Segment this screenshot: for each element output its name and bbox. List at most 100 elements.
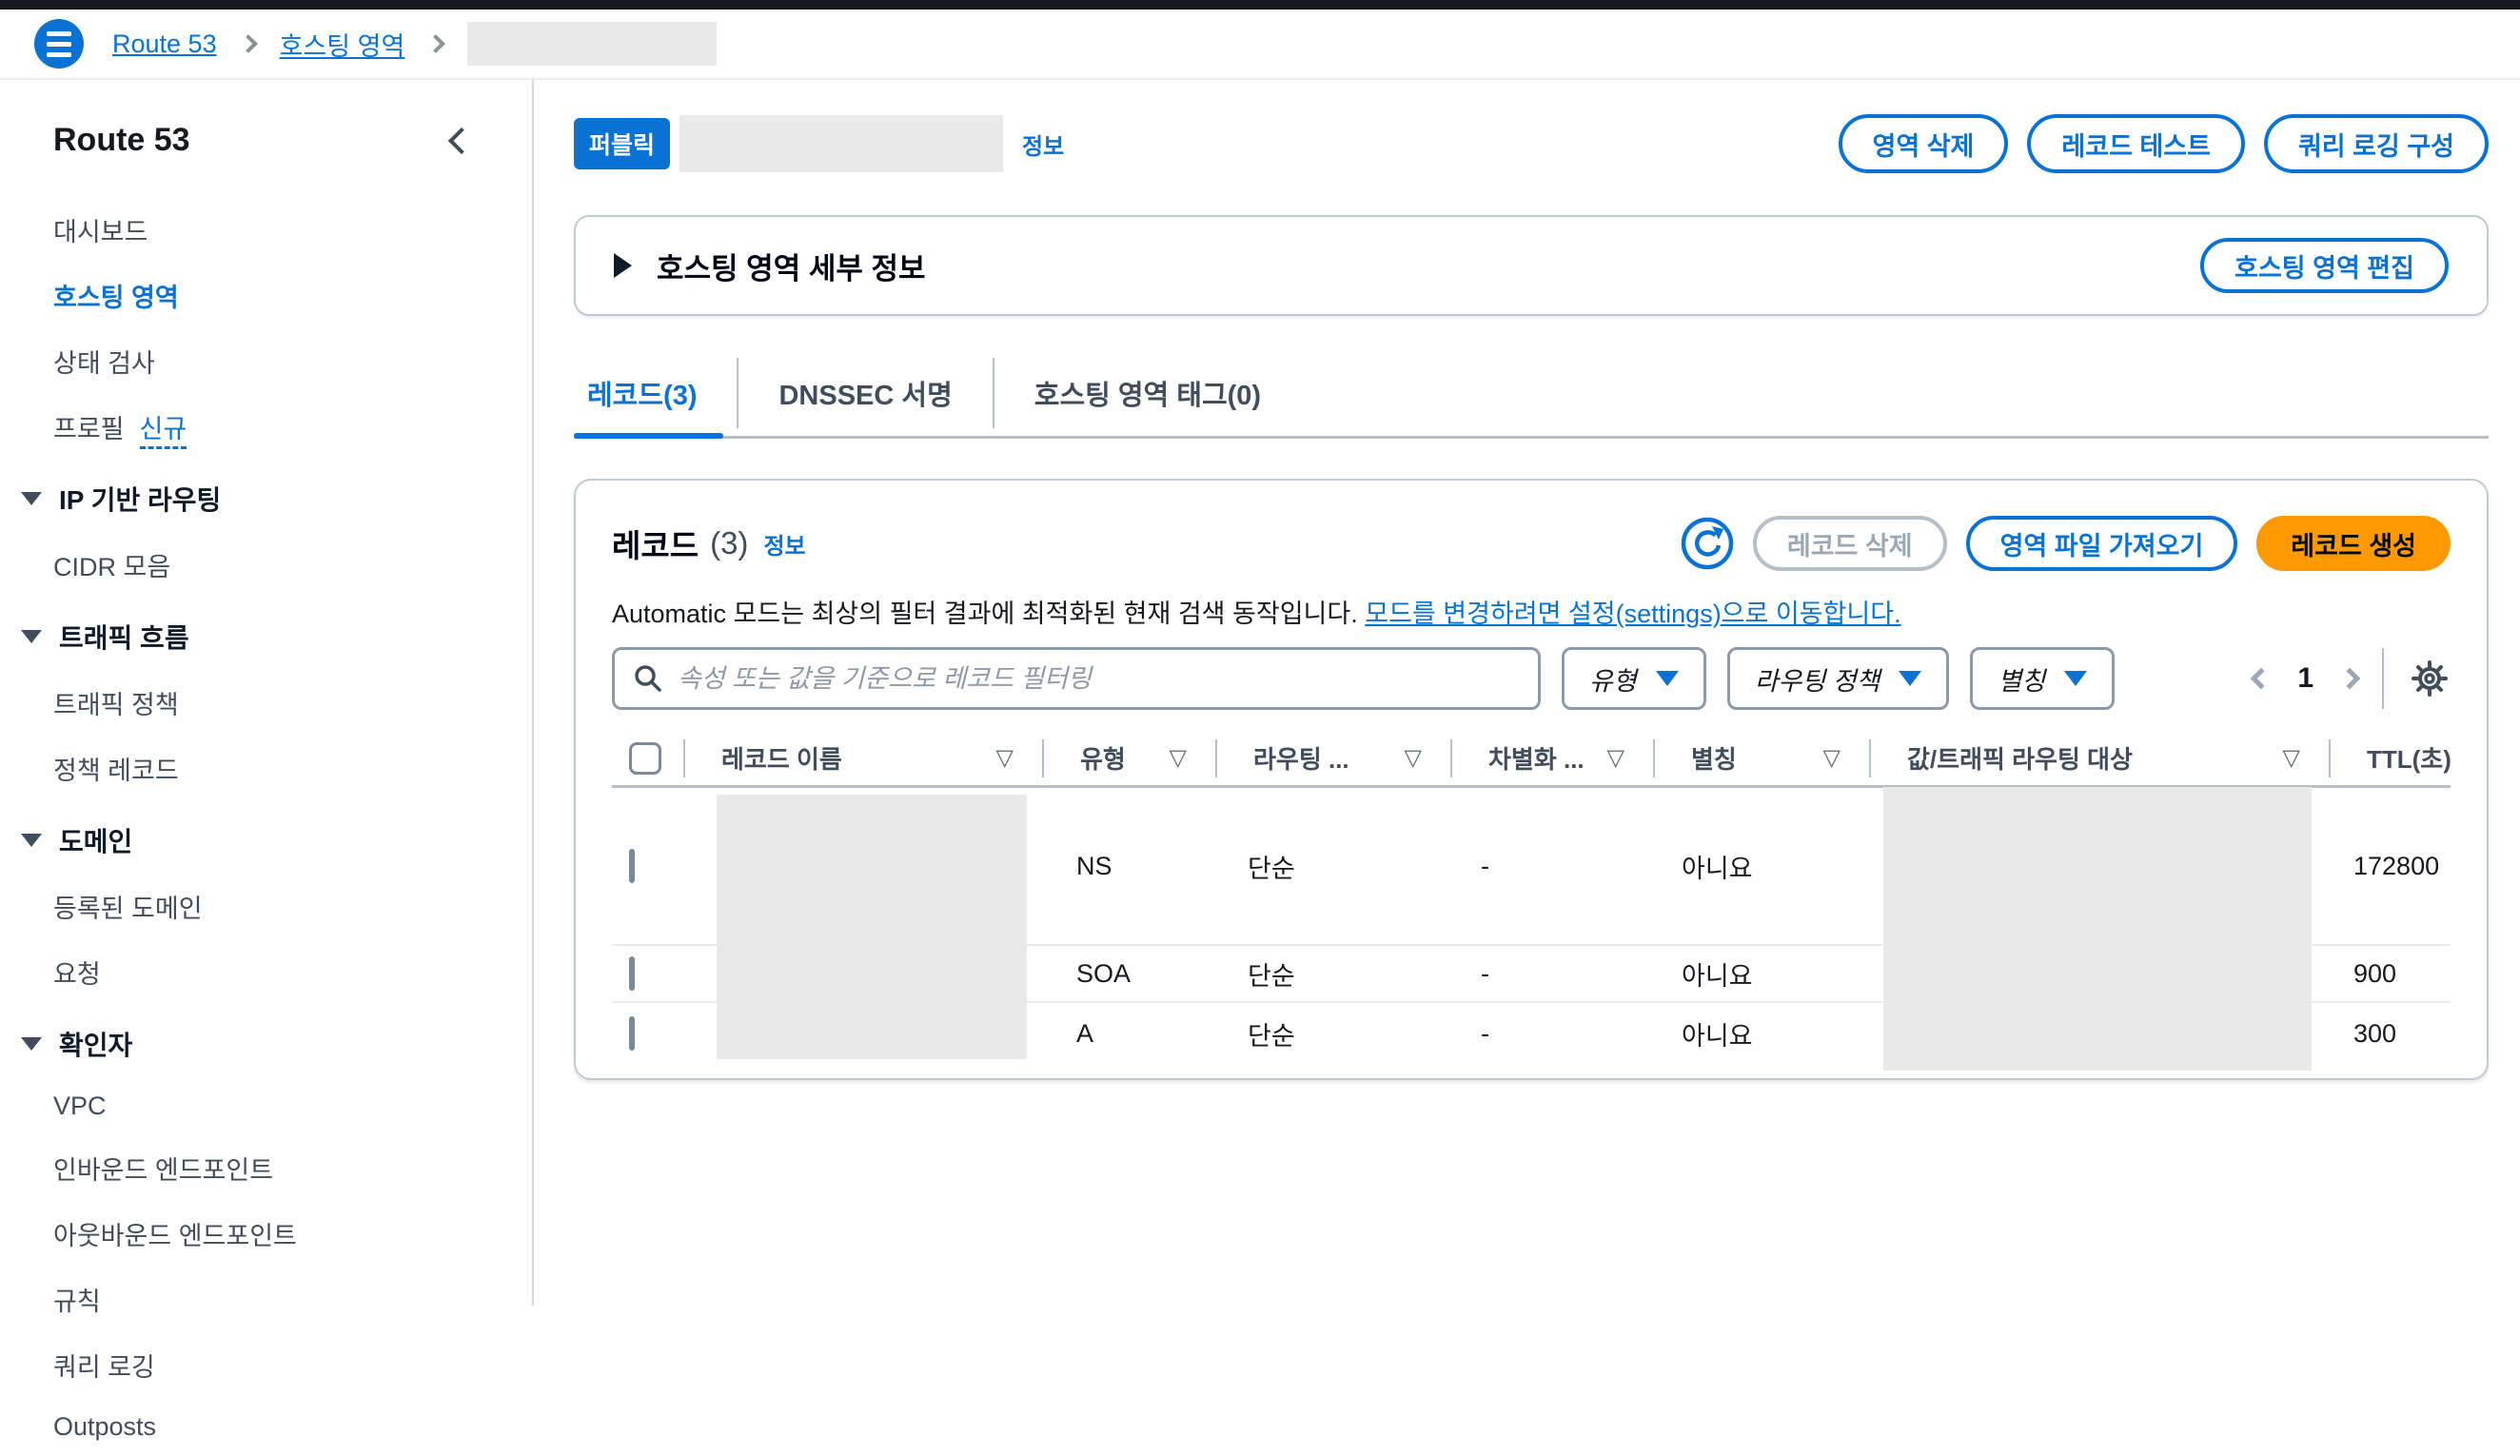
next-page-button[interactable] bbox=[2339, 668, 2361, 690]
sidebar-item-registered-domains[interactable]: 등록된 도메인 bbox=[0, 874, 532, 939]
new-badge-link[interactable]: 신규 bbox=[140, 415, 187, 449]
record-type-cell: NS bbox=[1040, 852, 1211, 881]
caret-down-icon bbox=[1899, 671, 1921, 686]
sidebar-item-profiles[interactable]: 프로필신규 bbox=[0, 394, 532, 460]
sidebar-item-outbound-endpoints[interactable]: 아웃바운드 엔드포인트 bbox=[0, 1201, 532, 1267]
table-settings-button[interactable] bbox=[2409, 658, 2451, 699]
current-page-number: 1 bbox=[2297, 662, 2313, 695]
table-header-row: 레코드 이름 ▽ 유형 ▽ 라우팅 ... ▽ 차별화 . bbox=[612, 731, 2451, 788]
row-checkbox[interactable] bbox=[629, 1016, 635, 1051]
sidebar-nav: 대시보드 호스팅 영역 상태 검사 프로필신규 IP 기반 라우팅 CIDR 모… bbox=[0, 197, 532, 1456]
chevron-right-icon bbox=[426, 34, 445, 53]
records-info-link[interactable]: 정보 bbox=[763, 527, 805, 561]
edit-hosted-zone-button[interactable]: 호스팅 영역 편집 bbox=[2200, 238, 2449, 293]
settings-link[interactable]: 모드를 변경하려면 설정(settings)으로 이동합니다. bbox=[1365, 600, 1900, 628]
test-record-button[interactable]: 레코드 테스트 bbox=[2027, 114, 2245, 173]
caret-down-icon bbox=[1656, 671, 1679, 686]
tabs: 레코드(3) DNSSEC 서명 호스팅 영역 태그(0) bbox=[574, 350, 2489, 439]
sidebar-item-policy-records[interactable]: 정책 레코드 bbox=[0, 736, 532, 801]
column-header-alias: 별칭 bbox=[1691, 740, 1737, 776]
records-count: (3) bbox=[710, 525, 748, 561]
create-record-button[interactable]: 레코드 생성 bbox=[2256, 516, 2451, 571]
sidebar-item-requests[interactable]: 요청 bbox=[0, 939, 532, 1005]
redacted-record-names-block bbox=[717, 795, 1027, 1059]
gear-icon bbox=[2411, 659, 2449, 698]
sort-icon[interactable]: ▽ bbox=[996, 744, 1014, 772]
sidebar-item-dashboard[interactable]: 대시보드 bbox=[0, 197, 532, 263]
sidebar-item-rules[interactable]: 규칙 bbox=[0, 1267, 532, 1332]
record-ttl-cell: 900 bbox=[2317, 959, 2451, 989]
zone-actions: 영역 삭제 레코드 테스트 쿼리 로깅 구성 bbox=[1839, 114, 2489, 173]
caret-down-icon bbox=[21, 834, 42, 847]
row-checkbox[interactable] bbox=[629, 956, 635, 991]
refresh-icon bbox=[1681, 517, 1734, 570]
caret-down-icon bbox=[21, 492, 42, 505]
sidebar-title: Route 53 bbox=[53, 122, 190, 159]
alias-filter-dropdown[interactable]: 별칭 bbox=[1970, 647, 2115, 710]
sort-icon[interactable]: ▽ bbox=[1405, 744, 1422, 772]
refresh-button[interactable] bbox=[1681, 517, 1734, 570]
record-alias-cell: 아니요 bbox=[1645, 1015, 1860, 1053]
record-type-cell: A bbox=[1040, 1019, 1211, 1049]
record-alias-cell: 아니요 bbox=[1645, 848, 1860, 885]
sort-icon[interactable]: ▽ bbox=[1170, 744, 1187, 772]
record-ttl-cell: 300 bbox=[2317, 1019, 2451, 1049]
sidebar-section-resolver[interactable]: 확인자 bbox=[0, 1005, 532, 1077]
records-title: 레코드 bbox=[612, 521, 699, 566]
caret-down-icon bbox=[21, 1037, 42, 1051]
column-header-routing: 라우팅 ... bbox=[1253, 740, 1349, 776]
caret-down-icon bbox=[2064, 671, 2087, 686]
divider bbox=[2382, 648, 2384, 709]
sidebar-collapse-icon[interactable] bbox=[448, 127, 475, 153]
sidebar-item-health-checks[interactable]: 상태 검사 bbox=[0, 328, 532, 394]
previous-page-button[interactable] bbox=[2251, 668, 2273, 690]
record-alias-cell: 아니요 bbox=[1645, 955, 1860, 993]
type-filter-dropdown[interactable]: 유형 bbox=[1562, 647, 1706, 710]
tab-records[interactable]: 레코드(3) bbox=[574, 350, 737, 436]
configure-query-logging-button[interactable]: 쿼리 로깅 구성 bbox=[2264, 114, 2489, 173]
hosted-zone-details-panel: 호스팅 영역 세부 정보 호스팅 영역 편집 bbox=[574, 215, 2489, 316]
delete-zone-button[interactable]: 영역 삭제 bbox=[1839, 114, 2009, 173]
record-routing-cell: 단순 bbox=[1211, 1015, 1445, 1053]
records-description: Automatic 모드는 최상의 필터 결과에 최적화된 현재 검색 동작입니… bbox=[612, 593, 2451, 630]
delete-record-button[interactable]: 레코드 삭제 bbox=[1753, 516, 1947, 571]
sidebar-item-inbound-endpoints[interactable]: 인바운드 엔드포인트 bbox=[0, 1135, 532, 1201]
routing-policy-filter-dropdown[interactable]: 라우팅 정책 bbox=[1727, 647, 1950, 710]
select-all-checkbox[interactable] bbox=[629, 742, 661, 775]
sidebar-section-domains[interactable]: 도메인 bbox=[0, 801, 532, 874]
breadcrumb-route53-link[interactable]: Route 53 bbox=[112, 30, 217, 59]
details-panel-title[interactable]: 호스팅 영역 세부 정보 bbox=[657, 245, 926, 287]
sidebar-item-hosted-zones[interactable]: 호스팅 영역 bbox=[0, 263, 532, 328]
sort-icon[interactable]: ▽ bbox=[1823, 744, 1841, 772]
column-header-ttl: TTL(초) bbox=[2367, 740, 2451, 776]
sidebar-item-query-logging[interactable]: 쿼리 로깅 bbox=[0, 1332, 532, 1398]
tab-hosted-zone-tags[interactable]: 호스팅 영역 태그(0) bbox=[994, 350, 1301, 436]
public-zone-badge: 퍼블릭 bbox=[574, 118, 670, 169]
import-zone-file-button[interactable]: 영역 파일 가져오기 bbox=[1966, 516, 2238, 571]
breadcrumb-hosted-zones-link[interactable]: 호스팅 영역 bbox=[280, 26, 405, 63]
sidebar-item-traffic-policies[interactable]: 트래픽 정책 bbox=[0, 670, 532, 736]
hamburger-icon bbox=[47, 31, 71, 36]
hamburger-menu-button[interactable] bbox=[34, 19, 84, 69]
breadcrumb: Route 53 호스팅 영역 bbox=[112, 22, 717, 66]
main-content: 퍼블릭 정보 영역 삭제 레코드 테스트 쿼리 로깅 구성 호스팅 영역 세부 … bbox=[534, 80, 2520, 1306]
row-checkbox[interactable] bbox=[629, 849, 635, 883]
record-filter-input[interactable] bbox=[678, 664, 1519, 694]
expand-triangle-icon[interactable] bbox=[614, 253, 632, 278]
caret-down-icon bbox=[21, 630, 42, 643]
sort-icon[interactable]: ▽ bbox=[2283, 744, 2300, 772]
tab-dnssec-signing[interactable]: DNSSEC 서명 bbox=[738, 350, 992, 436]
sidebar-item-outposts[interactable]: Outposts bbox=[0, 1398, 532, 1456]
record-filter-searchbox[interactable] bbox=[612, 647, 1541, 710]
sidebar-item-vpc[interactable]: VPC bbox=[0, 1077, 532, 1135]
sidebar-item-cidr-collections[interactable]: CIDR 모음 bbox=[0, 532, 532, 598]
window-top-edge bbox=[0, 0, 2520, 10]
column-header-type: 유형 bbox=[1080, 740, 1126, 776]
sidebar-section-traffic-flow[interactable]: 트래픽 흐름 bbox=[0, 598, 532, 670]
sort-icon[interactable]: ▽ bbox=[1607, 744, 1624, 772]
sidebar-section-ip-based-routing[interactable]: IP 기반 라우팅 bbox=[0, 460, 532, 532]
zone-info-link[interactable]: 정보 bbox=[1022, 128, 1064, 161]
redacted-record-values-block bbox=[1883, 787, 2312, 1071]
column-header-value: 값/트래픽 라우팅 대상 bbox=[1907, 740, 2133, 776]
records-actions: 레코드 삭제 영역 파일 가져오기 레코드 생성 bbox=[1681, 516, 2451, 571]
